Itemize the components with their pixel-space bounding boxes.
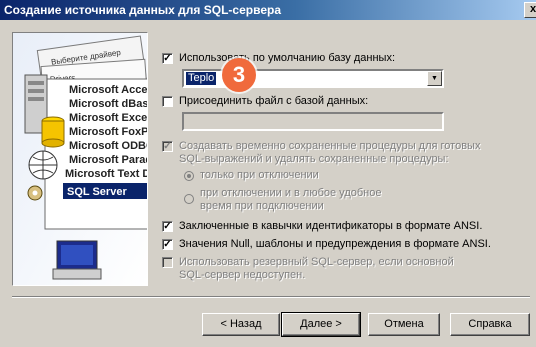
next-button[interactable]: Далее > [281, 312, 361, 337]
driver-item: Microsoft dBase Driver [69, 98, 147, 110]
option-ansi-nulls[interactable]: ✓ Значения Null, шаблоны и предупреждени… [162, 238, 491, 251]
driver-stack-illustration: Выберите драйвер Drivers Microsoft Acces… [13, 33, 147, 285]
ansi-nulls-label: Значения Null, шаблоны и предупреждения … [179, 238, 491, 250]
title-bar: Создание источника данных для SQL-сервер… [0, 0, 536, 20]
radio-any-label: при отключении и в любое удобное время п… [200, 187, 382, 212]
attach-file-checkbox[interactable] [162, 96, 173, 107]
driver-item-selected: SQL Server [67, 186, 127, 198]
temp-procs-label: Создавать временно сохраненные процедуры… [179, 140, 481, 165]
option-quoted-ids[interactable]: ✓ Заключенные в кавычки идентификаторы в… [162, 220, 482, 233]
driver-item: Microsoft Paradox Driver [69, 154, 147, 166]
back-button[interactable]: < Назад [202, 313, 280, 336]
window-title: Создание источника данных для SQL-сервер… [4, 3, 281, 17]
default-db-value[interactable]: Teplo [186, 72, 217, 85]
temp-procs-checkbox: ✓ [162, 141, 173, 152]
option-radio-any: при отключении и в любое удобное время п… [184, 187, 484, 213]
attach-file-label: Присоединить файл с базой данных: [179, 95, 369, 107]
step-number-badge: 3 [222, 58, 256, 92]
failover-checkbox [162, 257, 173, 268]
option-radio-disconnect: только при отключении [184, 169, 319, 182]
option-failover: Использовать резервный SQL-сервер, если … [162, 256, 502, 282]
computer-icon [52, 240, 102, 280]
failover-label: Использовать резервный SQL-сервер, если … [179, 256, 454, 281]
option-attach-file[interactable]: Присоединить файл с базой данных: [162, 95, 368, 108]
radio-disconnect [184, 171, 194, 181]
driver-item: Microsoft Excel Driver [69, 112, 147, 124]
button-divider [12, 296, 530, 298]
option-default-db[interactable]: ✓ Использовать по умолчанию базу данных: [162, 52, 395, 65]
default-db-checkbox[interactable]: ✓ [162, 53, 173, 64]
ansi-nulls-checkbox[interactable]: ✓ [162, 239, 173, 250]
close-button[interactable]: x [524, 2, 536, 18]
quoted-ids-checkbox[interactable]: ✓ [162, 221, 173, 232]
driver-item: Microsoft ODBC for Oracle [69, 140, 147, 152]
radio-disconnect-label: только при отключении [200, 169, 319, 181]
gear-icon [27, 185, 43, 201]
help-button[interactable]: Справка [450, 313, 530, 336]
default-db-label: Использовать по умолчанию базу данных: [179, 52, 396, 64]
option-temp-procs: ✓ Создавать временно сохраненные процеду… [162, 140, 492, 166]
database-icon [41, 116, 65, 148]
driver-item: Microsoft Text Driver [65, 168, 147, 180]
quoted-ids-label: Заключенные в кавычки идентификаторы в ф… [179, 220, 483, 232]
radio-any [184, 194, 194, 204]
dropdown-arrow-icon[interactable]: ▼ [427, 71, 442, 86]
attach-file-input [182, 112, 444, 131]
driver-item: Microsoft FoxPro Driver [69, 126, 147, 138]
wizard-illustration: Выберите драйвер Drivers Microsoft Acces… [12, 32, 148, 286]
cancel-button[interactable]: Отмена [368, 313, 440, 336]
globe-icon [28, 150, 58, 180]
driver-item: Microsoft Access Driver [69, 84, 147, 96]
